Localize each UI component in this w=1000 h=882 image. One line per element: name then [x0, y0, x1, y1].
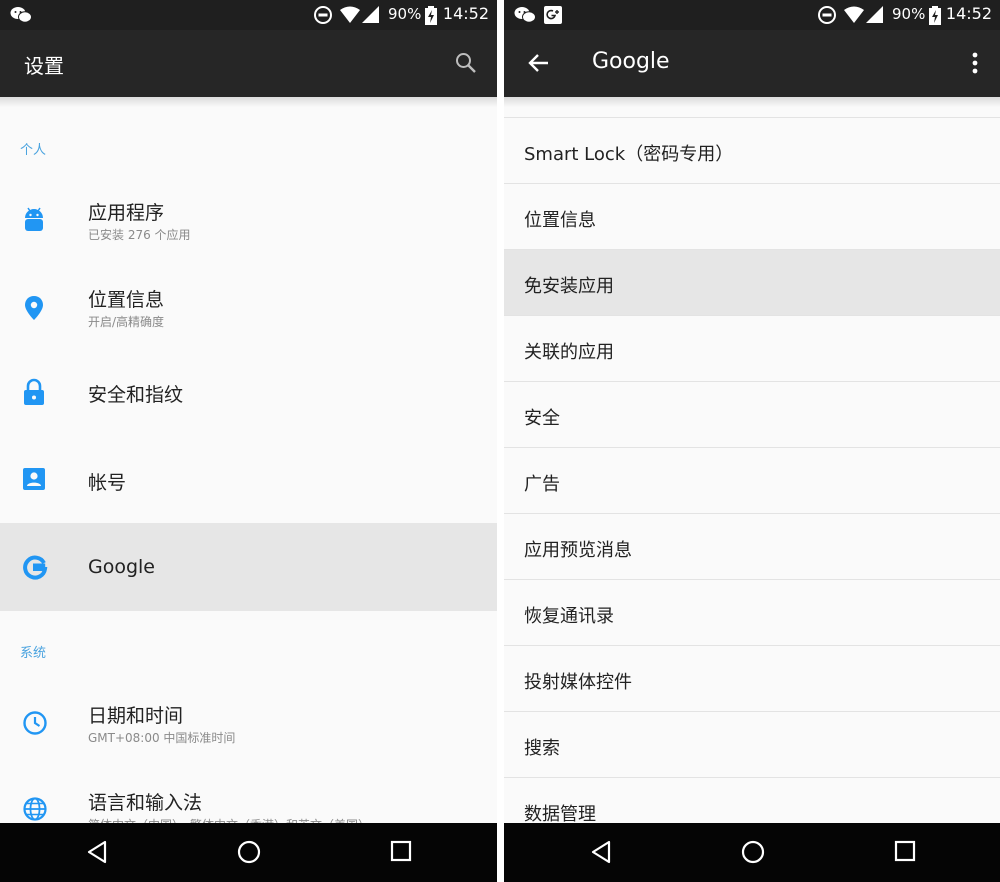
settings-item-security[interactable]: 安全和指纹 — [0, 352, 497, 436]
wifi-icon — [844, 6, 864, 23]
settings-item-subtitle: GMT+08:00 中国标准时间 — [88, 731, 236, 745]
app-bar: 设置 — [0, 30, 497, 97]
settings-item-title: 语言和输入法 — [88, 792, 203, 814]
list-item[interactable]: 安全 — [504, 382, 1000, 448]
settings-item-apps[interactable]: 应用程序 已安装 276 个应用 — [0, 176, 497, 264]
list-item-label: 恢复通讯录 — [524, 606, 614, 627]
wechat-icon — [514, 7, 536, 23]
lock-icon — [24, 378, 44, 405]
google-settings-screen: 90% 14:52 Google Smart Lock（密码专用） 位置信息 免… — [504, 0, 1000, 882]
status-bar: 90% 14:52 — [0, 0, 497, 30]
home-nav-icon[interactable] — [741, 840, 765, 864]
android-icon — [25, 207, 43, 231]
list-item-label: 关联的应用 — [524, 342, 614, 363]
list-item-label: 投射媒体控件 — [524, 672, 632, 693]
list-item-label: 搜索 — [524, 738, 560, 759]
list-item[interactable]: 搜索 — [504, 712, 1000, 778]
settings-item-title: 应用程序 — [88, 202, 165, 224]
page-title: 设置 — [24, 54, 64, 78]
battery-charging-icon — [929, 6, 941, 25]
google-g-icon — [23, 555, 48, 580]
status-time: 14:52 — [442, 4, 489, 23]
section-header-system: 系统 — [20, 646, 47, 661]
back-arrow-icon[interactable] — [528, 52, 550, 74]
settings-item-title: 日期和时间 — [88, 705, 184, 727]
location-pin-icon — [25, 296, 43, 320]
status-bar: 90% 14:52 — [504, 0, 1000, 30]
clock-icon — [23, 711, 47, 735]
wifi-icon — [340, 6, 360, 23]
settings-item-title: 帐号 — [88, 472, 127, 494]
battery-charging-icon — [425, 6, 437, 25]
settings-item-language[interactable]: 语言和输入法 简体中文（中国）、繁体中文（香港）和英文（美国） — [0, 768, 497, 824]
account-box-icon — [23, 468, 45, 490]
settings-item-title: 位置信息 — [88, 289, 165, 311]
list-item[interactable]: 免安装应用 — [504, 250, 1000, 316]
recents-nav-icon[interactable] — [894, 840, 916, 862]
list-item[interactable]: 投射媒体控件 — [504, 646, 1000, 712]
list-item-label: Smart Lock（密码专用） — [524, 144, 734, 165]
settings-screen: 90% 14:52 设置 个人 应用程序 已安装 276 个应用 位置信息 开启… — [0, 0, 497, 882]
more-options-icon[interactable] — [972, 52, 978, 74]
do-not-disturb-icon — [314, 6, 332, 24]
navigation-bar — [0, 823, 497, 882]
list-item[interactable]: 应用预览消息 — [504, 514, 1000, 580]
list-item-label: 数据管理 — [524, 804, 596, 824]
back-nav-icon[interactable] — [86, 840, 108, 864]
appbar-shadow — [0, 97, 497, 107]
list-item[interactable]: 位置信息 — [504, 184, 1000, 250]
list-item-label: 广告 — [524, 474, 560, 495]
appbar-shadow — [504, 97, 1000, 107]
settings-item-google[interactable]: Google — [0, 523, 497, 611]
status-time: 14:52 — [945, 4, 992, 23]
pane-divider — [497, 0, 504, 882]
recents-nav-icon[interactable] — [390, 840, 412, 862]
home-nav-icon[interactable] — [237, 840, 261, 864]
settings-item-title: Google — [88, 556, 156, 578]
page-title: Google — [592, 49, 670, 74]
list-item[interactable]: 恢复通讯录 — [504, 580, 1000, 646]
list-item-label: 位置信息 — [524, 210, 596, 231]
app-bar: Google — [504, 30, 1000, 97]
settings-item-subtitle: 开启/高精确度 — [88, 315, 165, 329]
settings-item-location[interactable]: 位置信息 开启/高精确度 — [0, 264, 497, 352]
navigation-bar — [504, 823, 1000, 882]
list-item[interactable]: 数据管理 — [504, 778, 1000, 824]
search-icon[interactable] — [455, 52, 477, 74]
settings-item-date-time[interactable]: 日期和时间 GMT+08:00 中国标准时间 — [0, 680, 497, 768]
list-item[interactable]: 广告 — [504, 448, 1000, 514]
list-item[interactable]: 关联的应用 — [504, 316, 1000, 382]
battery-percent: 90% — [892, 5, 926, 23]
do-not-disturb-icon — [818, 6, 836, 24]
section-header-personal: 个人 — [20, 143, 47, 158]
settings-item-account[interactable]: 帐号 — [0, 436, 497, 523]
wechat-icon — [10, 7, 32, 23]
list-item-label: 安全 — [524, 408, 560, 429]
list-item-label: 免安装应用 — [524, 276, 614, 297]
settings-item-subtitle: 已安装 276 个应用 — [88, 228, 191, 242]
signal-icon — [362, 6, 379, 23]
globe-icon — [23, 797, 47, 821]
battery-percent: 90% — [388, 5, 422, 23]
settings-item-title: 安全和指纹 — [88, 384, 184, 406]
list-item[interactable]: Smart Lock（密码专用） — [504, 118, 1000, 184]
google-plus-icon — [544, 6, 562, 24]
signal-icon — [866, 6, 883, 23]
list-item-label: 应用预览消息 — [524, 540, 632, 561]
back-nav-icon[interactable] — [590, 840, 612, 864]
